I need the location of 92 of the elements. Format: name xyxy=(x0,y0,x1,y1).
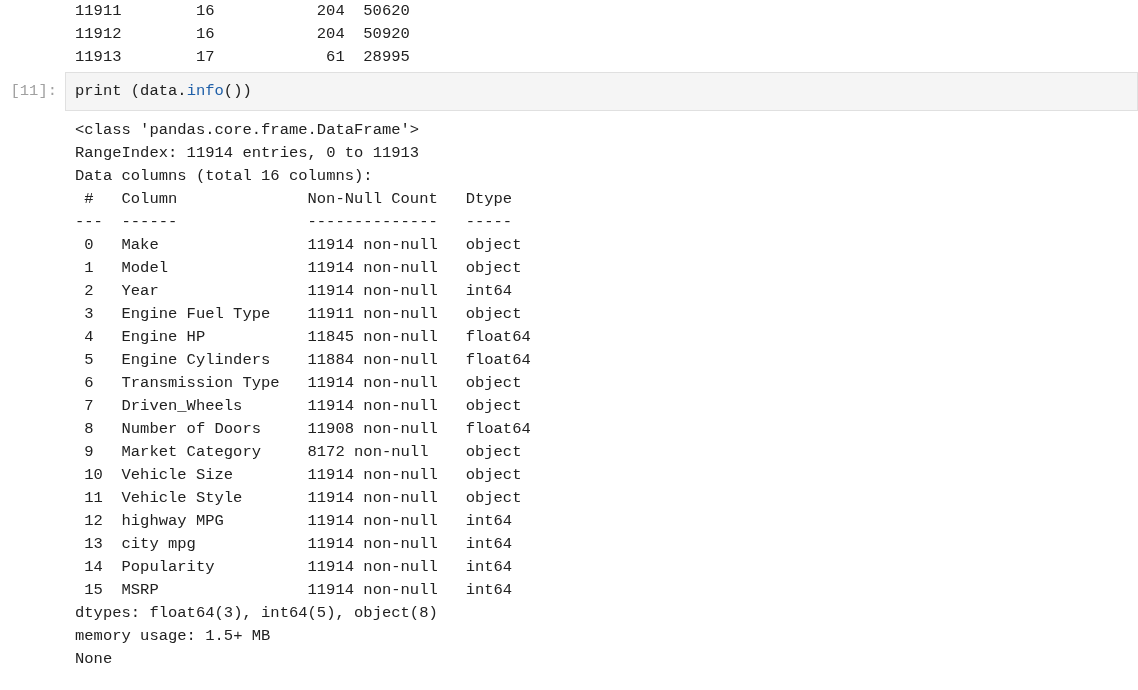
table-cell: 3 xyxy=(84,305,94,323)
code-cell[interactable]: print (data.info()) xyxy=(65,72,1138,111)
table-cell: Transmission Type xyxy=(121,374,280,392)
table-cell-text: int64 xyxy=(465,511,513,532)
rule-text: --- xyxy=(75,213,103,231)
table-cell-text: 16 xyxy=(195,1,216,22)
table-cell: 11884 non-null xyxy=(307,351,438,369)
table-cell-text: 204 xyxy=(316,24,345,45)
table-cell-text: object xyxy=(465,396,522,417)
table-cell-text: object xyxy=(465,373,522,394)
table-cell-text: object xyxy=(465,304,522,325)
table-cell-text: float64 xyxy=(465,350,531,371)
table-cell-text: object xyxy=(465,258,522,279)
output-line: None xyxy=(75,649,113,670)
table-cell: 15 xyxy=(84,581,103,599)
table-cell: 11 xyxy=(84,489,103,507)
output-line: Data columns (total 16 columns): xyxy=(75,166,373,187)
table-cell-text: int64 xyxy=(465,557,513,578)
table-cell-text: 50920 xyxy=(363,24,410,45)
table-cell: 13 xyxy=(84,535,103,553)
table-cell: city mpg xyxy=(121,535,196,553)
table-cell: 6 xyxy=(84,374,94,392)
table-cell: 9 xyxy=(84,443,94,461)
output-line: <class 'pandas.core.frame.DataFrame'> xyxy=(75,120,420,141)
table-cell: 8 xyxy=(84,420,94,438)
table-cell: 11914 non-null xyxy=(307,558,438,576)
table-cell-text: float64 xyxy=(465,419,531,440)
output-line: memory usage: 1.5+ MB xyxy=(75,626,271,647)
table-cell: 11908 non-null xyxy=(307,420,438,438)
table-cell-text: object xyxy=(465,488,522,509)
table-cell: 11914 non-null xyxy=(307,512,438,530)
table-cell-text: int64 xyxy=(465,580,513,601)
table-cell: Model xyxy=(121,259,168,277)
output-line: RangeIndex: 11914 entries, 0 to 11913 xyxy=(75,143,420,164)
table-cell: Column xyxy=(121,190,178,208)
table-cell: Make xyxy=(121,236,159,254)
table-cell: 4 xyxy=(84,328,94,346)
table-cell: Market Category xyxy=(121,443,262,461)
table-cell: Vehicle Style xyxy=(121,489,243,507)
table-cell: 11911 non-null xyxy=(307,305,438,323)
table-cell: 0 xyxy=(84,236,94,254)
table-cell: 11914 non-null xyxy=(307,236,438,254)
table-cell-text: 11911 xyxy=(75,1,123,22)
table-cell: Number of Doors xyxy=(121,420,262,438)
table-cell: 11914 non-null xyxy=(307,259,438,277)
table-cell-text: 11912 xyxy=(75,24,123,45)
table-cell: 11845 non-null xyxy=(307,328,438,346)
table-cell: 11914 non-null xyxy=(307,397,438,415)
table-cell-text: object xyxy=(465,235,522,256)
rule-text: ------ xyxy=(121,213,178,231)
table-cell-text: 11913 xyxy=(75,47,123,68)
table-cell-text: object xyxy=(465,465,522,486)
table-cell: MSRP xyxy=(121,581,159,599)
table-cell-text: int64 xyxy=(465,281,513,302)
table-cell: Popularity xyxy=(121,558,215,576)
table-cell: Driven_Wheels xyxy=(121,397,243,415)
table-cell-text: int64 xyxy=(465,534,513,555)
table-cell: Engine Cylinders xyxy=(121,351,271,369)
rule-text: ----- xyxy=(465,212,513,233)
table-cell: 11914 non-null xyxy=(307,466,438,484)
table-cell: Vehicle Size xyxy=(121,466,234,484)
table-cell: Year xyxy=(121,282,159,300)
table-cell: 11914 non-null xyxy=(307,282,438,300)
table-cell: Engine HP xyxy=(121,328,206,346)
table-cell-text: 28995 xyxy=(363,47,410,68)
table-cell: 11914 non-null xyxy=(307,489,438,507)
table-cell: 5 xyxy=(84,351,94,369)
table-cell-text: 50620 xyxy=(363,1,410,22)
table-cell: 11914 non-null xyxy=(307,581,438,599)
table-cell: 14 xyxy=(84,558,103,576)
table-cell: 12 xyxy=(84,512,103,530)
table-cell: 10 xyxy=(84,466,103,484)
table-cell-text: 61 xyxy=(326,47,345,68)
table-cell: Non-Null Count xyxy=(307,190,438,208)
table-cell: 1 xyxy=(84,259,94,277)
table-cell-text: 17 xyxy=(195,47,216,68)
rule-text: -------------- xyxy=(307,213,438,231)
table-cell-text: object xyxy=(465,442,522,463)
table-cell-text: 204 xyxy=(316,1,345,22)
table-cell: 7 xyxy=(84,397,94,415)
table-cell: 11914 non-null xyxy=(307,374,438,392)
table-cell: # xyxy=(84,190,94,208)
table-cell: highway MPG xyxy=(121,512,224,530)
table-cell: 11914 non-null xyxy=(307,535,438,553)
table-cell-text: 16 xyxy=(195,24,216,45)
table-cell: 2 xyxy=(84,282,94,300)
table-cell-text: Dtype xyxy=(465,189,513,210)
cell-prompt: [11]: xyxy=(10,81,57,102)
table-cell-text: float64 xyxy=(465,327,531,348)
table-cell: 8172 non-null xyxy=(307,443,429,461)
output-line: dtypes: float64(3), int64(5), object(8) xyxy=(75,603,438,624)
table-cell: Engine Fuel Type xyxy=(121,305,271,323)
